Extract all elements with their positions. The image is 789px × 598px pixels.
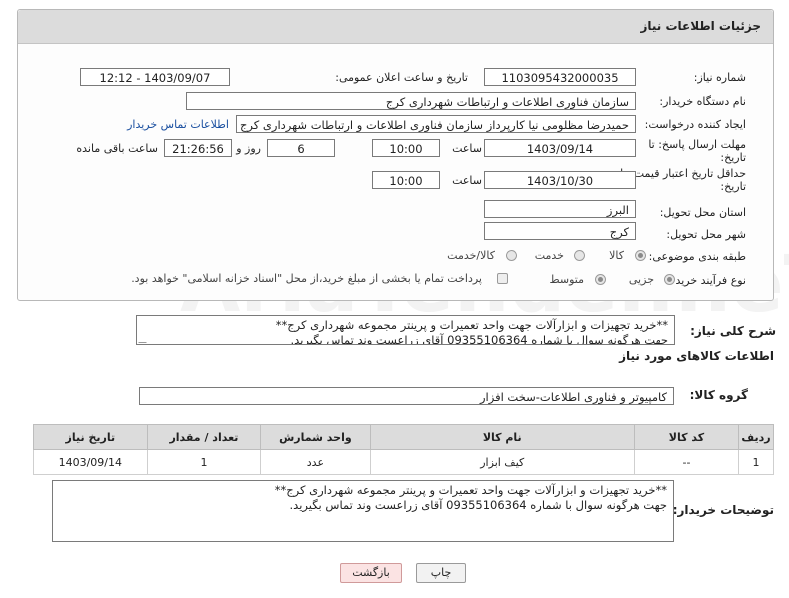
category-radio-goods[interactable] <box>635 250 646 261</box>
need-number-label: شماره نیاز: <box>693 71 746 84</box>
description-textarea: **خرید تجهیزات و ابزارآلات جهت واحد تعمی… <box>136 315 675 345</box>
reply-deadline-time-field: 10:00 <box>372 139 440 157</box>
back-button[interactable]: بازگشت <box>340 563 402 583</box>
reply-deadline-label-date: تاریخ: <box>720 151 746 164</box>
reply-deadline-days-field: 6 <box>267 139 335 157</box>
purchase-radio-minor[interactable] <box>664 274 675 285</box>
buyer-org-field: سازمان فناوری اطلاعات و ارتباطات شهرداری… <box>186 92 636 110</box>
col-date: تاریخ نیاز <box>33 424 148 450</box>
category-label: طبقه بندی موضوعی: <box>648 250 746 263</box>
goods-table: ردیف کد کالا نام کالا واحد شمارش تعداد /… <box>33 424 775 475</box>
purchase-option-medium: متوسط <box>549 273 584 286</box>
days-label: روز و <box>236 142 261 155</box>
purchase-type-label: نوع فرآیند خرید : <box>668 274 746 287</box>
reply-deadline-time-label: ساعت <box>452 142 482 155</box>
cell-date: 1403/09/14 <box>33 449 148 475</box>
col-qty: تعداد / مقدار <box>146 424 262 450</box>
category-option-service: خدمت <box>534 249 564 262</box>
price-validity-time-label: ساعت <box>452 174 482 187</box>
buyer-notes-textarea: **خرید تجهیزات و ابزارآلات جهت واحد تعمی… <box>52 480 674 542</box>
announce-datetime-label: تاریخ و ساعت اعلان عمومی: <box>335 71 468 84</box>
cell-code: -- <box>633 449 739 475</box>
announce-datetime-field: 1403/09/07 - 12:12 <box>80 68 230 86</box>
buyer-notes-label: توضیحات خریدار: <box>672 503 774 517</box>
col-unit: واحد شمارش <box>260 424 371 450</box>
purchase-option-minor: جزیی <box>628 273 654 286</box>
city-field: کرج <box>484 222 636 240</box>
col-name: نام کالا <box>369 424 635 450</box>
category-radio-goods-service[interactable] <box>506 250 517 261</box>
panel-header: جزئیات اطلاعات نیاز <box>18 10 773 44</box>
description-line-1: **خرید تجهیزات و ابزارآلات جهت واحد تعمی… <box>275 318 668 332</box>
province-label: استان محل تحویل: <box>659 206 746 219</box>
page-title: جزئیات اطلاعات نیاز <box>640 19 761 33</box>
goods-group-label: گروه کالا: <box>689 388 748 402</box>
cell-qty: 1 <box>146 449 262 475</box>
col-row: ردیف <box>737 424 775 450</box>
cell-name: کیف ابزار <box>369 449 635 475</box>
need-number-field: 1103095432000035 <box>484 68 636 86</box>
goods-section-title: اطلاعات کالاهای مورد نیاز <box>619 349 774 363</box>
description-line-2: جهت هرگونه سوال با شماره 09355106364 آقا… <box>290 333 669 345</box>
price-validity-label: حداقل تاریخ اعتبار قیمت: تا <box>620 167 746 180</box>
goods-group-field: کامپیوتر و فناوری اطلاعات-سخت افزار <box>139 387 674 405</box>
treasury-payment-checkbox[interactable] <box>497 273 508 284</box>
remaining-time-field: 21:26:56 <box>164 139 232 157</box>
price-validity-date-field: 1403/10/30 <box>484 171 636 189</box>
description-label: شرح کلی نیاز: <box>690 324 776 338</box>
reply-deadline-label: مهلت ارسال پاسخ: تا <box>648 138 746 151</box>
requester-label: ایجاد کننده درخواست: <box>644 118 746 131</box>
price-validity-time-field: 10:00 <box>372 171 440 189</box>
table-header-row: ردیف کد کالا نام کالا واحد شمارش تعداد /… <box>33 424 775 450</box>
category-radio-service[interactable] <box>574 250 585 261</box>
buyer-notes-line-2: جهت هرگونه سوال با شماره 09355106364 آقا… <box>289 498 668 512</box>
cell-row: 1 <box>737 449 775 475</box>
remaining-time-label: ساعت باقی مانده <box>76 142 158 155</box>
city-label: شهر محل تحویل: <box>666 228 746 241</box>
reply-deadline-date-field: 1403/09/14 <box>484 139 636 157</box>
col-code: کد کالا <box>633 424 739 450</box>
print-button[interactable]: چاپ <box>416 563 466 583</box>
cell-unit: عدد <box>260 449 371 475</box>
price-validity-label-date: تاریخ: <box>720 180 746 193</box>
category-option-goods-service: کالا/خدمت <box>447 249 495 262</box>
buyer-org-label: نام دستگاه خریدار: <box>659 95 746 108</box>
purchase-radio-medium[interactable] <box>595 274 606 285</box>
treasury-payment-label: پرداخت تمام یا بخشی از مبلغ خرید،از محل … <box>131 272 482 285</box>
requester-field: حمیدرضا مظلومی نیا کارپرداز سازمان فناور… <box>236 115 636 133</box>
buyer-notes-line-1: **خرید تجهیزات و ابزارآلات جهت واحد تعمی… <box>274 483 667 497</box>
category-option-goods: کالا <box>609 249 624 262</box>
province-field: البرز <box>484 200 636 218</box>
buyer-contact-link[interactable]: اطلاعات تماس خریدار <box>127 118 229 131</box>
table-row: 1 -- کیف ابزار عدد 1 1403/09/14 <box>33 449 775 475</box>
